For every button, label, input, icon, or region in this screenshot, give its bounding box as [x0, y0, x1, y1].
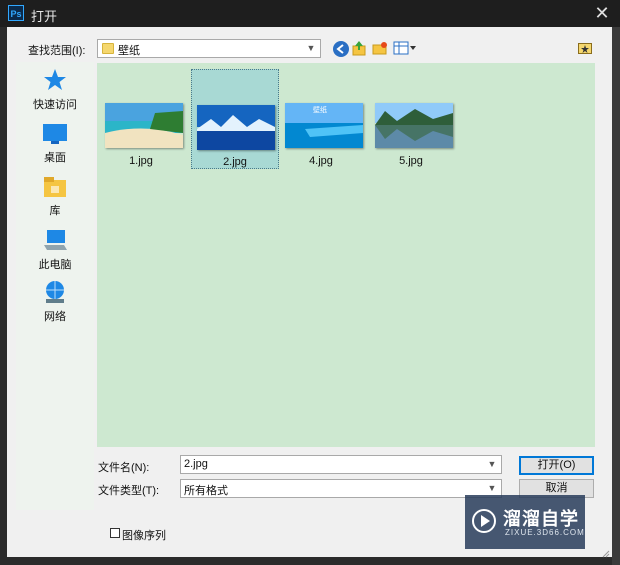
window-title: 打开	[31, 9, 58, 24]
place-label: 网络	[44, 311, 66, 323]
image-sequence-label: 图像序列	[122, 530, 166, 542]
image-sequence-checkbox[interactable]	[110, 528, 120, 538]
pool-thumbnail: 壁纸	[285, 103, 363, 148]
back-icon[interactable]	[333, 41, 349, 57]
places-bar: 快速访问 桌面 库 此电脑 网络	[16, 62, 94, 510]
watermark-subtitle: ZIXUE.3D66.COM	[505, 528, 585, 537]
close-button[interactable]: ✕	[592, 3, 612, 23]
file-name: 4.jpg	[309, 155, 333, 167]
lookin-label: 查找范围(I):	[28, 45, 86, 57]
star-icon	[44, 69, 66, 90]
favorites-folder-icon[interactable]	[578, 41, 592, 54]
place-label: 快速访问	[33, 99, 77, 111]
mountain-thumbnail	[197, 105, 275, 150]
place-label: 库	[49, 205, 61, 217]
file-item-1[interactable]: 1.jpg	[97, 69, 185, 169]
chevron-down-icon: ▼	[487, 483, 497, 493]
background-app-edge	[612, 27, 620, 565]
place-library[interactable]: 库	[16, 176, 94, 218]
desktop-icon	[43, 124, 67, 144]
network-icon	[46, 281, 64, 303]
chevron-down-icon: ▼	[306, 43, 316, 53]
place-quick-access[interactable]: 快速访问	[16, 68, 94, 112]
play-icon	[472, 509, 496, 533]
lake-thumbnail	[375, 103, 453, 148]
filetype-select[interactable]: 所有格式 ▼	[180, 479, 502, 498]
file-name: 5.jpg	[399, 155, 423, 167]
up-folder-icon[interactable]	[352, 40, 366, 56]
thumbnail-overlay-text: 壁纸	[313, 107, 327, 114]
file-name: 1.jpg	[129, 155, 153, 167]
library-icon	[44, 177, 66, 197]
watermark-logo: 溜溜自学 ZIXUE.3D66.COM	[465, 495, 585, 549]
place-this-pc[interactable]: 此电脑	[16, 228, 94, 272]
file-item-5[interactable]: 5.jpg	[367, 69, 455, 169]
place-desktop[interactable]: 桌面	[16, 123, 94, 165]
place-network[interactable]: 网络	[16, 280, 94, 324]
beach-thumbnail	[105, 103, 183, 148]
chevron-down-icon: ▼	[487, 459, 497, 469]
title-bar	[0, 0, 620, 27]
filename-label: 文件名(N):	[98, 462, 150, 474]
resize-grip-icon[interactable]	[602, 547, 610, 558]
lookin-value: 壁纸	[118, 45, 140, 57]
computer-icon	[44, 230, 67, 250]
new-folder-icon[interactable]	[372, 41, 388, 55]
filetype-label: 文件类型(T):	[98, 485, 160, 497]
filename-input[interactable]: 2.jpg ▼	[180, 455, 502, 474]
lookin-combo[interactable]: 壁纸 ▼	[97, 39, 321, 58]
window-border-bottom	[0, 557, 612, 565]
filetype-value: 所有格式	[184, 485, 228, 497]
file-name: 2.jpg	[223, 156, 247, 168]
window-border-left	[0, 27, 7, 557]
place-label: 此电脑	[38, 259, 72, 271]
place-label: 桌面	[44, 152, 66, 164]
file-item-2[interactable]: 2.jpg	[191, 69, 279, 169]
photoshop-app-icon: Ps	[8, 5, 24, 21]
file-item-4[interactable]: 壁纸 4.jpg	[277, 69, 365, 169]
view-menu-icon[interactable]	[393, 41, 417, 55]
open-button[interactable]: 打开(O)	[519, 456, 594, 475]
file-list-area[interactable]: 1.jpg 2.jpg 壁纸 4.jpg 5.jpg	[97, 63, 595, 447]
folder-icon	[102, 43, 114, 54]
filename-value: 2.jpg	[184, 458, 208, 470]
